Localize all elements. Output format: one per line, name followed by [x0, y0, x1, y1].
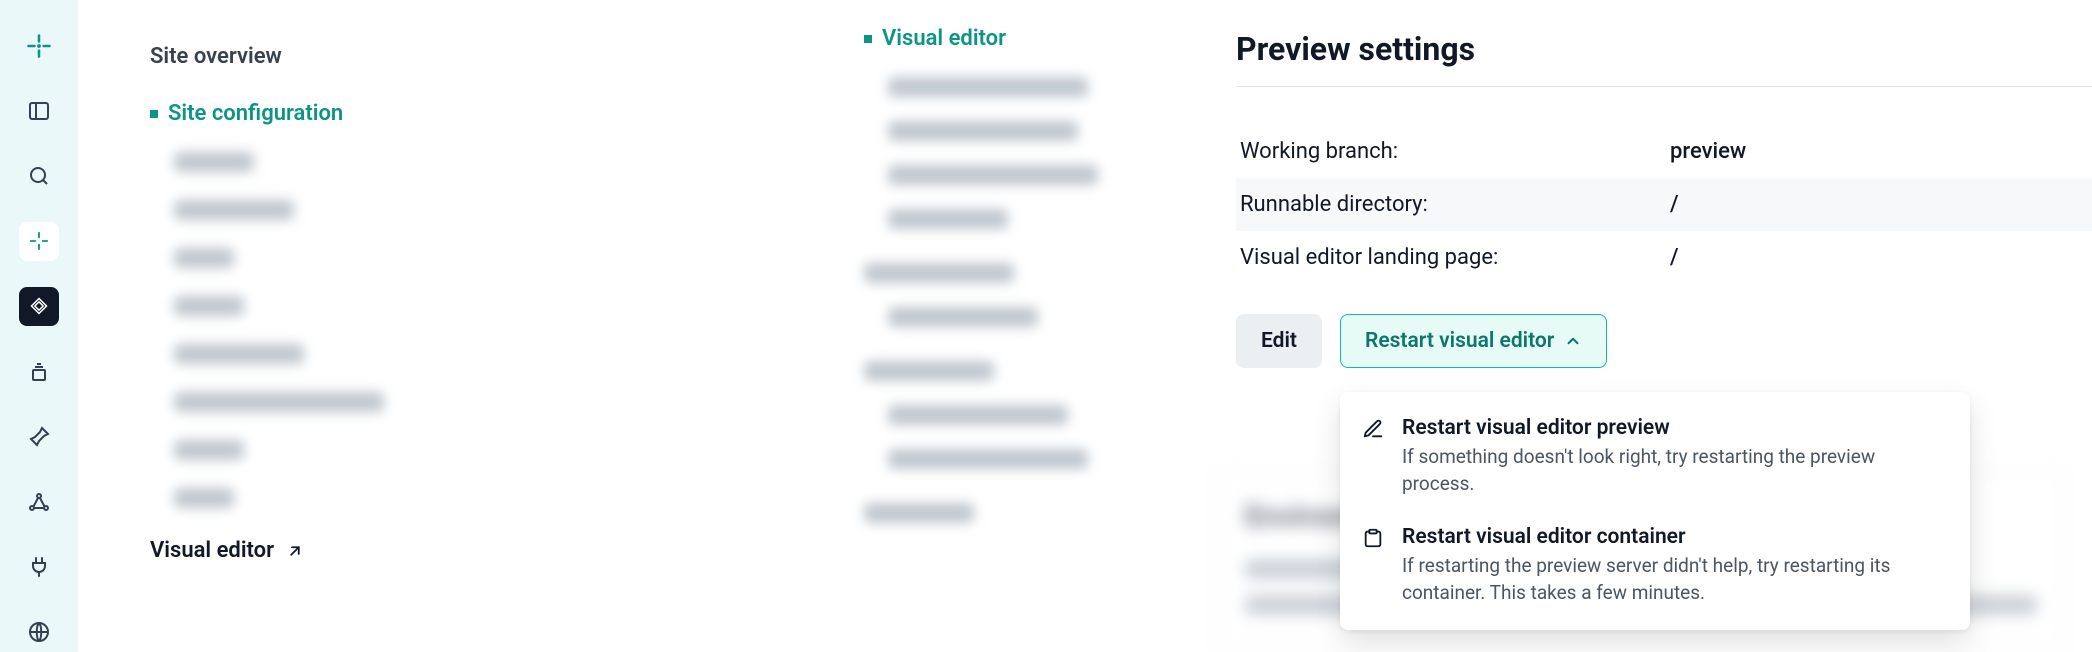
nav-site-overview-label: Site overview — [150, 44, 282, 69]
nav2-group-2 — [864, 263, 1184, 327]
plug-icon[interactable] — [19, 548, 59, 587]
menu-text: Restart visual editor container If resta… — [1402, 525, 1948, 606]
nav2-visual-editor-label: Visual editor — [882, 26, 1006, 51]
restart-button-label: Restart visual editor — [1365, 329, 1554, 353]
nav2-visual-editor[interactable]: Visual editor — [864, 26, 1184, 51]
blurred-item — [888, 121, 1078, 141]
actions-row: Edit Restart visual editor — [1236, 314, 2092, 368]
main-panel: Preview settings Working branch: preview… — [1216, 0, 2092, 368]
chevron-up-icon — [1564, 332, 1582, 350]
blurred-item — [174, 440, 244, 460]
primary-nav-sub — [150, 152, 550, 508]
blurred-item — [174, 344, 304, 364]
nav2-group-4 — [864, 503, 1184, 523]
nav-visual-editor-label: Visual editor — [150, 538, 274, 563]
blurred-item — [888, 449, 1088, 469]
kv-working-branch: Working branch: preview — [1236, 125, 2092, 178]
blurred-item — [864, 361, 994, 381]
blurred-item — [864, 263, 1014, 283]
restart-dropdown-menu: Restart visual editor preview If somethi… — [1340, 392, 1970, 630]
page-title: Preview settings — [1236, 30, 2092, 68]
logo-icon[interactable] — [19, 26, 59, 65]
blurred-item — [888, 209, 1008, 229]
menu-restart-preview[interactable]: Restart visual editor preview If somethi… — [1340, 402, 1970, 511]
restart-container-icon — [1362, 527, 1386, 606]
kv-runnable-directory: Runnable directory: / — [1236, 178, 2092, 231]
divider — [1236, 86, 2092, 87]
search-icon[interactable] — [19, 156, 59, 195]
menu-item-title: Restart visual editor preview — [1402, 416, 1948, 440]
app-icon-2[interactable] — [19, 287, 59, 326]
stack-icon[interactable] — [19, 352, 59, 391]
restart-preview-icon — [1362, 418, 1386, 497]
globe-icon[interactable] — [19, 613, 59, 652]
nodes-icon[interactable] — [19, 482, 59, 521]
left-icon-rail — [0, 0, 78, 652]
kv-key: Working branch: — [1240, 139, 1670, 164]
blurred-item — [888, 165, 1098, 185]
nav-visual-editor[interactable]: Visual editor — [150, 538, 550, 563]
panel-icon[interactable] — [19, 91, 59, 130]
menu-item-title: Restart visual editor container — [1402, 525, 1948, 549]
blurred-item — [174, 152, 254, 172]
blurred-item — [888, 307, 1038, 327]
kv-key: Runnable directory: — [1240, 192, 1670, 217]
blurred-item — [888, 77, 1088, 97]
blurred-item — [174, 200, 294, 220]
external-link-icon — [286, 542, 304, 560]
nav-site-overview[interactable]: Site overview — [150, 38, 550, 75]
kv-value: preview — [1670, 139, 2092, 164]
menu-text: Restart visual editor preview If somethi… — [1402, 416, 1948, 497]
nav-site-configuration-label: Site configuration — [168, 101, 343, 126]
nav2-group-1 — [864, 77, 1184, 229]
app-icon-1[interactable] — [19, 222, 59, 261]
kv-key: Visual editor landing page: — [1240, 245, 1670, 270]
kv-landing-page: Visual editor landing page: / — [1236, 231, 2092, 284]
blurred-item — [174, 392, 384, 412]
blurred-item — [174, 248, 234, 268]
edit-button[interactable]: Edit — [1236, 314, 1322, 368]
pin-icon[interactable] — [19, 417, 59, 456]
nav-site-configuration[interactable]: Site configuration — [150, 95, 550, 132]
active-dot-icon — [150, 110, 158, 118]
blurred-item — [864, 503, 974, 523]
active-dot-icon — [864, 35, 872, 43]
secondary-nav: Visual editor — [864, 26, 1184, 557]
menu-item-desc: If something doesn't look right, try res… — [1402, 444, 1948, 497]
kv-value: / — [1670, 192, 2092, 217]
edit-button-label: Edit — [1261, 329, 1297, 353]
nav2-group-3 — [864, 361, 1184, 469]
menu-restart-container[interactable]: Restart visual editor container If resta… — [1340, 511, 1970, 620]
primary-nav: Site overview Site configuration Visual … — [150, 38, 550, 563]
blurred-item — [174, 488, 234, 508]
blurred-item — [888, 405, 1068, 425]
restart-button[interactable]: Restart visual editor — [1340, 314, 1607, 368]
menu-item-desc: If restarting the preview server didn't … — [1402, 553, 1948, 606]
blurred-item — [174, 296, 244, 316]
kv-value: / — [1670, 245, 2092, 270]
